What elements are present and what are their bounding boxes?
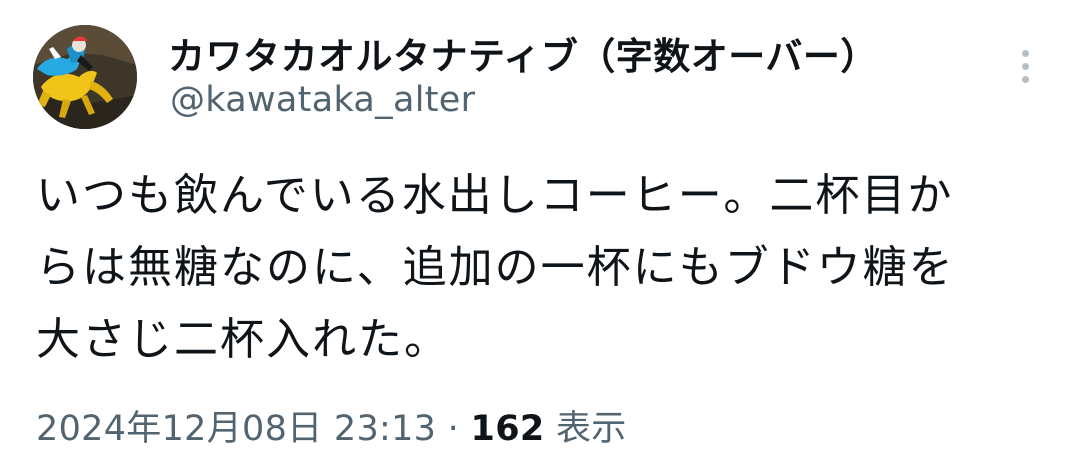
meta-separator: · — [447, 409, 460, 449]
more-dot — [1022, 76, 1029, 83]
views-label: 表示 — [555, 409, 627, 449]
tweet-meta: 2024年12月08日 23:13 · 162 表示 — [36, 400, 627, 451]
tweet-text-line: いつも飲んでいる水出しコーヒー。二杯目か — [36, 170, 954, 221]
more-dot — [1022, 63, 1029, 70]
more-vertical-icon[interactable] — [1010, 44, 1042, 88]
tweet-text-line: 大さじ二杯入れた。 — [36, 314, 450, 365]
horse-racing-avatar-icon[interactable] — [33, 25, 137, 129]
user-handle[interactable]: @kawataka_alter — [170, 80, 475, 120]
display-name[interactable]: カワタカオルタナティブ（字数オーバー） — [168, 26, 878, 80]
tweet-text: いつも飲んでいる水出しコーヒー。二杯目か らは無糖なのに、追加の一杯にもブドウ糖… — [36, 160, 1046, 376]
timestamp-link[interactable]: 2024年12月08日 23:13 — [36, 409, 436, 449]
tweet-card: カワタカオルタナティブ（字数オーバー） @kawataka_alter いつも飲… — [0, 0, 1080, 464]
views-count: 162 — [470, 409, 545, 449]
tweet-text-line: らは無糖なのに、追加の一杯にもブドウ糖を — [36, 242, 955, 293]
more-dot — [1022, 50, 1029, 57]
